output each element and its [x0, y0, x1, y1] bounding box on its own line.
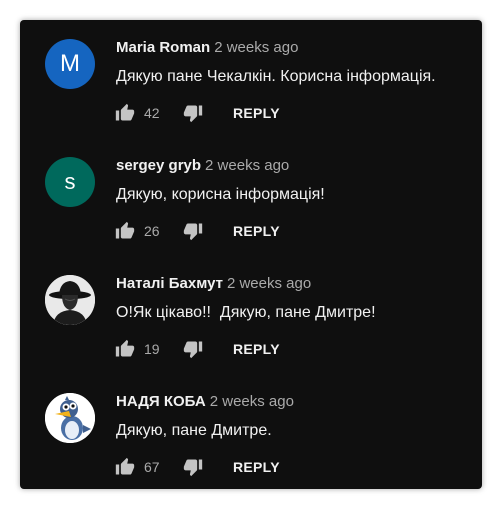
- comment-item: НАДЯ КОБА 2 weeks ago Дякую, пане Дмитре.…: [20, 374, 482, 489]
- thumbs-up-icon: [115, 457, 135, 475]
- like-button[interactable]: [114, 456, 136, 478]
- reply-button[interactable]: REPLY: [233, 222, 280, 240]
- comment-time[interactable]: 2 weeks ago: [227, 275, 311, 292]
- comment-actions: 19 REPLY: [114, 338, 454, 360]
- like-count: 19: [144, 341, 160, 357]
- comment-item: s sergey gryb 2 weeks ago Дякую, корисна …: [20, 138, 482, 256]
- thumbs-down-icon: [183, 223, 203, 241]
- comment-text: О!Як цікаво!! Дякую, пане Дмитре!: [116, 304, 376, 321]
- thumbs-down-icon: [183, 341, 203, 359]
- author-name[interactable]: sergey gryb: [116, 157, 201, 174]
- comment-text: Дякую, корисна інформація!: [116, 186, 325, 203]
- like-count: 67: [144, 459, 160, 475]
- dislike-button[interactable]: [182, 220, 204, 242]
- avatar-letter: M: [60, 50, 80, 77]
- comment-actions: 42 REPLY: [114, 102, 454, 124]
- thumbs-up-icon: [115, 339, 135, 357]
- avatar[interactable]: [45, 275, 95, 325]
- dislike-button[interactable]: [182, 456, 204, 478]
- thumbs-down-icon: [183, 105, 203, 123]
- reply-button[interactable]: REPLY: [233, 104, 280, 122]
- comment-text: Дякую, пане Дмитре.: [116, 422, 272, 439]
- thumbs-down-icon: [183, 459, 203, 477]
- comment-time[interactable]: 2 weeks ago: [214, 39, 298, 56]
- avatar[interactable]: s: [45, 157, 95, 207]
- author-name[interactable]: НАДЯ КОБА: [116, 393, 206, 410]
- avatar[interactable]: [45, 393, 95, 443]
- like-button[interactable]: [114, 102, 136, 124]
- cartoon-bird-icon: [45, 393, 95, 443]
- comment-item: M Maria Roman 2 weeks ago Дякую пане Чека…: [20, 20, 482, 138]
- comment-header: НАДЯ КОБА 2 weeks ago: [116, 392, 294, 412]
- comment-header: Наталі Бахмут 2 weeks ago: [116, 274, 311, 294]
- like-button[interactable]: [114, 220, 136, 242]
- like-button[interactable]: [114, 338, 136, 360]
- reply-button[interactable]: REPLY: [233, 340, 280, 358]
- comment-text: Дякую пане Чекалкін. Корисна інформація.: [116, 68, 436, 85]
- comment-item: Наталі Бахмут 2 weeks ago О!Як цікаво!! Д…: [20, 256, 482, 374]
- comment-time[interactable]: 2 weeks ago: [210, 393, 294, 410]
- avatar-letter: s: [64, 169, 76, 194]
- thumbs-up-icon: [115, 103, 135, 121]
- like-count: 26: [144, 223, 160, 239]
- reply-button[interactable]: REPLY: [233, 458, 280, 476]
- dislike-button[interactable]: [182, 102, 204, 124]
- author-name[interactable]: Наталі Бахмут: [116, 275, 223, 292]
- like-count: 42: [144, 105, 160, 121]
- hat-silhouette-icon: [45, 275, 95, 325]
- comment-header: sergey gryb 2 weeks ago: [116, 156, 289, 176]
- comment-actions: 26 REPLY: [114, 220, 454, 242]
- comments-panel: M Maria Roman 2 weeks ago Дякую пане Чека…: [20, 20, 482, 489]
- comment-header: Maria Roman 2 weeks ago: [116, 38, 298, 58]
- comment-time[interactable]: 2 weeks ago: [205, 157, 289, 174]
- avatar[interactable]: M: [45, 39, 95, 89]
- author-name[interactable]: Maria Roman: [116, 39, 210, 56]
- thumbs-up-icon: [115, 221, 135, 239]
- dislike-button[interactable]: [182, 338, 204, 360]
- comment-actions: 67 REPLY: [114, 456, 454, 478]
